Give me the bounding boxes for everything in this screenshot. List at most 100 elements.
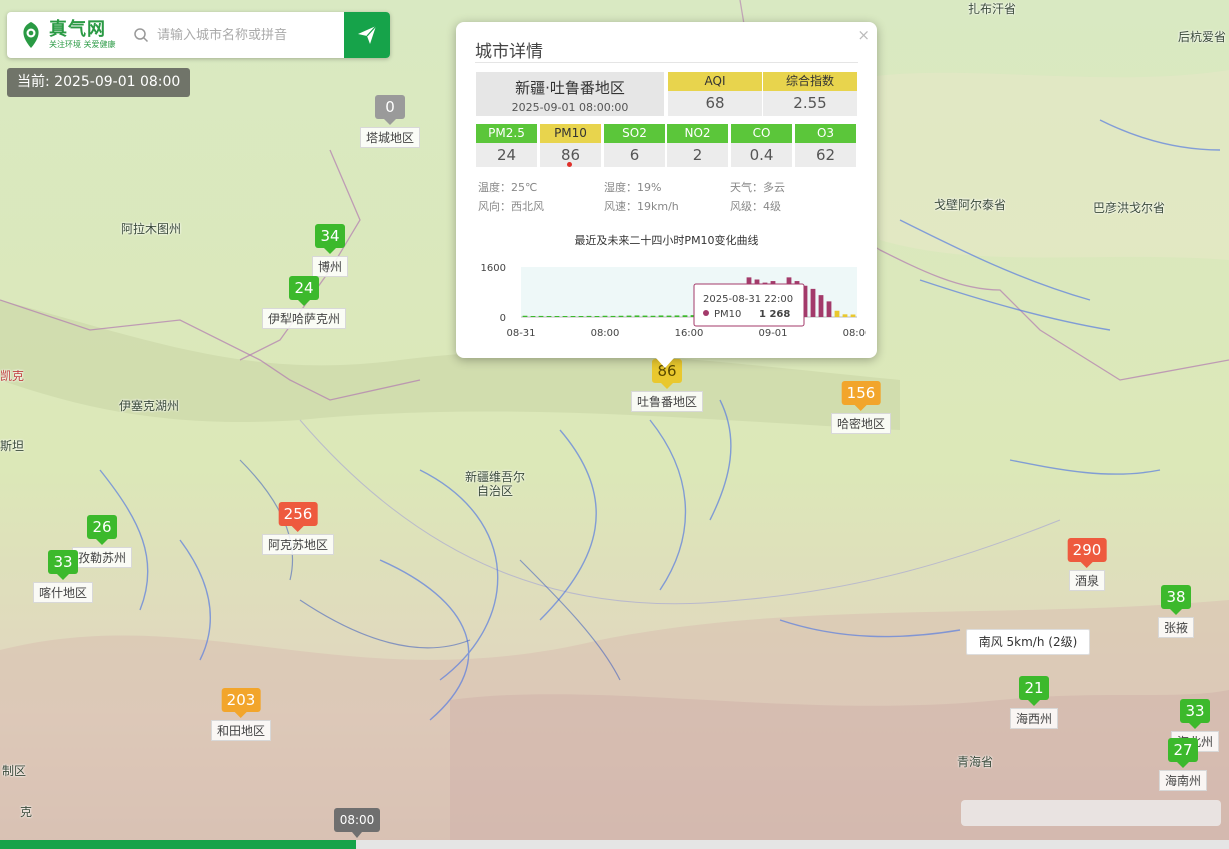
aqi-badge[interactable]: 156 [841,381,881,411]
aqi-badge[interactable]: 34 [315,224,345,254]
aqi-badge[interactable]: 21 [1019,676,1049,706]
x-tick-label: 16:00 [675,328,704,339]
aqi-badge[interactable]: 24 [289,276,319,306]
chart-bar[interactable] [682,315,688,317]
divider [475,62,858,63]
pollutant-label: CO [731,124,792,143]
pm10-chart[interactable]: 1600 0 08-31 08:00 16:00 09-01 08:00 2025-08… [476,256,866,346]
search-submit-button[interactable] [344,12,390,58]
x-tick-label: 08:00 [591,328,620,339]
search-bar: 真气网 关注环境 关爱健康 [7,12,390,58]
pollutant-no2: NO2 2 [667,124,728,167]
region-label: 新疆维吾尔 自治区 [465,470,526,498]
tooltip-time: 2025-08-31 22:00 [703,294,793,305]
city-name[interactable]: 海西州 [1009,708,1059,729]
logo[interactable]: 真气网 关注环境 关爱健康 [7,12,127,58]
city-name[interactable]: 伊犁哈萨克州 [261,308,347,329]
city-name[interactable]: 吐鲁番地区 [630,391,704,412]
aqi-badge[interactable]: 203 [221,688,261,718]
city-name[interactable]: 酒泉 [1068,570,1106,591]
aqi-badge[interactable]: 38 [1161,585,1191,615]
paper-plane-icon [358,25,377,44]
chart-bar[interactable] [834,310,840,317]
tooltip-series-dot [703,310,709,316]
current-time-label: 当前: 2025-09-01 08:00 [7,68,191,97]
x-tick-labels: 08-31 08:00 16:00 09-01 08:00 [506,328,866,339]
weather-humidity: 湿度：19% [604,181,662,194]
chart-bar[interactable] [810,288,816,317]
pollutant-label: O3 [795,124,856,143]
city-name[interactable]: 哈密地区 [830,413,892,434]
leaf-logo-icon [23,22,39,48]
chart-bar[interactable] [674,315,680,317]
y-tick-label: 1600 [481,263,506,274]
chart-bar[interactable] [530,316,536,317]
region-label: 制区 [2,764,27,778]
city-detail-popup: 城市详情 × 新疆·吐鲁番地区 2025-09-01 08:00:00 AQI … [456,22,877,368]
chart-bar[interactable] [818,295,824,317]
chart-bar[interactable] [666,315,672,317]
chart-bar[interactable] [626,315,632,317]
chart-bar[interactable] [826,301,832,317]
chart-bar[interactable] [594,316,600,317]
city-name[interactable]: 和田地区 [210,720,272,741]
x-tick-label: 09-01 [758,328,787,339]
chart-bar[interactable] [634,315,640,317]
city-name[interactable]: 喀什地区 [32,582,94,603]
region-label: 巴彦洪戈尔省 [1093,201,1166,215]
chart-bar[interactable] [842,314,848,317]
chart-bar[interactable] [642,315,648,317]
timeline-handle[interactable]: 08:00 [334,808,380,838]
chart-bar[interactable] [850,314,856,318]
region-label: 后杭爱省 [1178,30,1227,44]
chart-bar[interactable] [610,315,616,317]
chart-bar[interactable] [562,316,568,317]
city-name[interactable]: 阿克苏地区 [261,534,335,555]
chart-bar[interactable] [546,316,552,317]
chart-bar[interactable] [618,315,624,317]
pollutant-o3: O3 62 [795,124,856,167]
timeline-bar[interactable] [0,840,1229,849]
region-label: 凯克 [0,369,25,383]
aqi-badge[interactable]: 33 [48,550,78,580]
aqi-badge[interactable]: 0 [375,95,405,125]
composite-index-metric: 综合指数 2.55 [763,72,857,116]
city-name[interactable]: 孜勒苏州 [71,547,133,568]
chart-bar[interactable] [522,315,528,317]
weather-wind-level: 风级：4级 [730,200,781,213]
chart-bar[interactable] [570,316,576,317]
city-name[interactable]: 塔城地区 [359,127,421,148]
city-name[interactable]: 张掖 [1157,617,1195,638]
chart-bar[interactable] [602,315,608,317]
aqi-badge[interactable]: 33 [1180,699,1210,729]
composite-index-value: 2.55 [763,91,857,116]
aqi-badge[interactable]: 256 [278,502,318,532]
pollutant-label: NO2 [667,124,728,143]
city-name[interactable]: 博州 [311,256,349,277]
chart-bar[interactable] [538,315,544,317]
x-tick-label: 08:00 [843,328,866,339]
chart-bar[interactable] [554,316,560,317]
chart-bar[interactable] [658,315,664,317]
search-input[interactable] [157,27,347,43]
chart-bar[interactable] [650,315,656,317]
region-label: 扎布汗省 [968,2,1017,16]
close-icon[interactable]: × [857,26,870,44]
pollutant-value: 62 [795,143,856,167]
primary-pollutant-dot [567,162,572,167]
city-name[interactable]: 海南州 [1158,770,1208,791]
timeline-progress [0,840,357,849]
pollutant-value: 2 [667,143,728,167]
pollutant-value: 6 [604,143,665,167]
chart-bar[interactable] [586,315,592,317]
watermark [961,800,1221,826]
search-icon [134,28,149,43]
aqi-badge[interactable]: 290 [1067,538,1107,568]
aqi-badge[interactable]: 26 [87,515,117,545]
popup-title: 城市详情 [475,42,543,62]
region-label: 伊塞克湖州 [119,399,180,413]
aqi-badge[interactable]: 27 [1168,738,1198,768]
chart-bar[interactable] [578,316,584,317]
region-label: 克 [20,805,33,819]
x-tick-label: 08-31 [506,328,535,339]
